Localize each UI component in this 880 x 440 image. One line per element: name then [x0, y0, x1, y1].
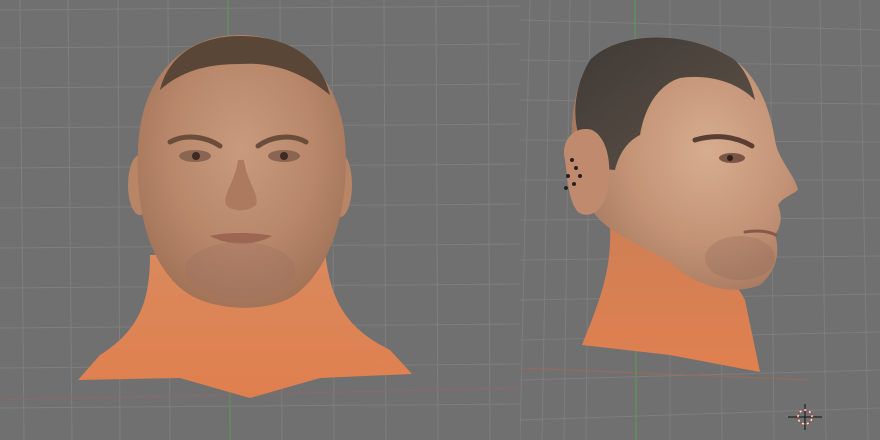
- left-pupil: [192, 152, 200, 160]
- chin-shadow: [185, 242, 295, 298]
- x-axis-line-side: [520, 367, 811, 381]
- side-view-svg: [520, 0, 880, 440]
- ear-side: [564, 129, 610, 215]
- jaw-shadow: [705, 236, 775, 280]
- front-viewport[interactable]: [0, 0, 520, 440]
- 3d-cursor-icon[interactable]: [788, 404, 822, 430]
- pupil-side: [727, 155, 733, 161]
- right-pupil: [280, 152, 288, 160]
- front-view-svg: [0, 0, 520, 440]
- scene-canvas[interactable]: [0, 0, 880, 440]
- side-viewport[interactable]: [520, 0, 880, 440]
